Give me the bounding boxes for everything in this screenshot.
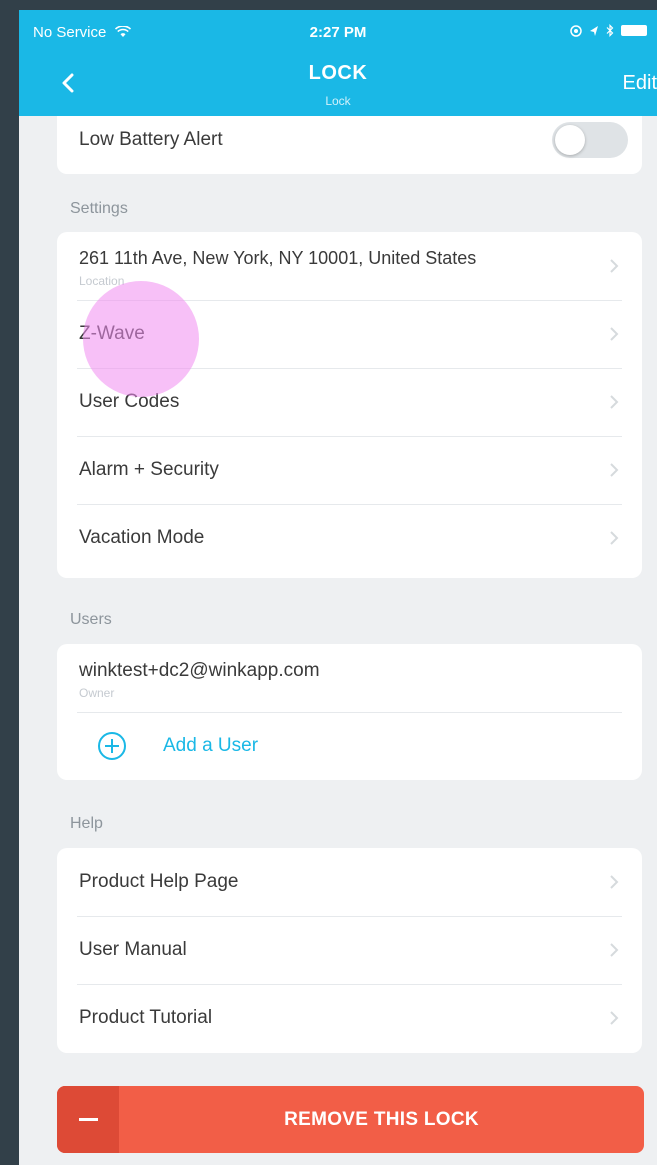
settings-item-user-codes[interactable]: User Codes xyxy=(57,368,642,436)
add-user-button[interactable]: Add a User xyxy=(57,712,642,780)
help-item-label: User Manual xyxy=(79,939,187,960)
toggle-knob xyxy=(555,125,585,155)
help-item-product-help-page[interactable]: Product Help Page xyxy=(57,848,642,916)
owner-role: Owner xyxy=(79,686,115,700)
settings-card: 261 11th Ave, New York, NY 10001, United… xyxy=(57,232,642,578)
battery-icon xyxy=(621,25,647,36)
owner-email: winktest+dc2@winkapp.com xyxy=(79,660,320,681)
chevron-right-icon xyxy=(610,943,619,957)
settings-item-location[interactable]: 261 11th Ave, New York, NY 10001, United… xyxy=(57,232,642,300)
chevron-right-icon xyxy=(610,875,619,889)
chevron-right-icon xyxy=(610,327,619,341)
phone-screen: No Service 2:27 PM LOCK Lock Edit Low Ba… xyxy=(19,10,657,1165)
help-item-label: Product Help Page xyxy=(79,871,239,892)
settings-item-label: Z-Wave xyxy=(79,323,145,344)
status-icons xyxy=(570,24,647,37)
settings-item-alarm-security[interactable]: Alarm + Security xyxy=(57,436,642,504)
navigation-bar: No Service 2:27 PM LOCK Lock Edit xyxy=(19,10,657,116)
settings-section-label: Settings xyxy=(70,200,128,217)
bluetooth-icon xyxy=(606,24,614,37)
chevron-right-icon xyxy=(610,395,619,409)
chevron-right-icon xyxy=(610,531,619,545)
chevron-right-icon xyxy=(610,1011,619,1025)
low-battery-label: Low Battery Alert xyxy=(79,129,223,150)
remove-lock-button[interactable]: REMOVE THIS LOCK xyxy=(57,1086,644,1153)
location-icon xyxy=(570,24,582,37)
chevron-right-icon xyxy=(610,259,619,273)
remove-icon-area xyxy=(57,1086,119,1153)
settings-item-label: Vacation Mode xyxy=(79,527,205,548)
location-caption: Location xyxy=(79,274,125,288)
users-section-label: Users xyxy=(70,611,112,628)
settings-item-vacation-mode[interactable]: Vacation Mode xyxy=(57,504,642,572)
edit-button[interactable]: Edit xyxy=(623,72,657,95)
users-card: winktest+dc2@winkapp.com Owner Add a Use… xyxy=(57,644,642,780)
settings-item-label: User Codes xyxy=(79,391,180,412)
low-battery-card: Low Battery Alert xyxy=(57,116,642,174)
remove-lock-label: REMOVE THIS LOCK xyxy=(284,1109,479,1130)
help-item-product-tutorial[interactable]: Product Tutorial xyxy=(57,984,642,1052)
settings-item-z-wave[interactable]: Z-Wave xyxy=(57,300,642,368)
settings-item-label: Alarm + Security xyxy=(79,459,219,480)
help-item-user-manual[interactable]: User Manual xyxy=(57,916,642,984)
help-item-label: Product Tutorial xyxy=(79,1007,213,1028)
low-battery-row: Low Battery Alert xyxy=(57,116,642,164)
low-battery-toggle[interactable] xyxy=(552,122,628,158)
arrow-icon xyxy=(590,25,598,36)
add-user-label: Add a User xyxy=(163,735,259,756)
help-section-label: Help xyxy=(70,815,103,832)
help-card: Product Help Page User Manual Product Tu… xyxy=(57,848,642,1053)
plus-circle-icon xyxy=(98,732,126,760)
page-title: LOCK xyxy=(308,62,368,84)
chevron-right-icon xyxy=(610,463,619,477)
location-value: 261 11th Ave, New York, NY 10001, United… xyxy=(79,248,477,268)
page-subtitle: Lock xyxy=(325,94,351,108)
minus-icon xyxy=(79,1118,98,1121)
status-time: 2:27 PM xyxy=(309,24,367,41)
user-row-owner[interactable]: winktest+dc2@winkapp.com Owner xyxy=(57,644,642,712)
